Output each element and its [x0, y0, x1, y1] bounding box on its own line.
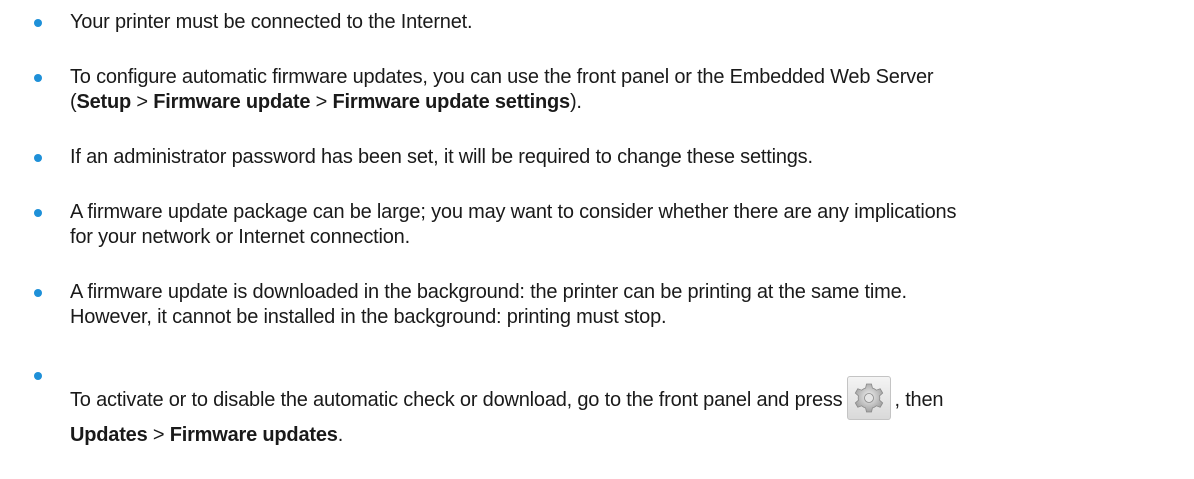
item-text: A firmware update is downloaded in the b…: [70, 280, 1190, 330]
item-text: Your printer must be connected to the In…: [70, 11, 473, 33]
bullet-dot: [34, 209, 42, 217]
menu-path-firmware-update: Firmware update: [153, 91, 311, 113]
menu-path-firmware-update-settings: Firmware update settings: [332, 91, 570, 113]
bullet-dot: [34, 372, 42, 380]
path-separator: >: [310, 91, 333, 113]
item-line: To configure automatic firmware updates,…: [70, 66, 934, 88]
item-line: A firmware update is downloaded in the b…: [70, 281, 907, 303]
menu-path-updates: Updates: [70, 424, 148, 446]
item-text-before-icon: To activate or to disable the automatic …: [70, 389, 843, 411]
item-text-after-icon: , then: [894, 389, 944, 411]
item-line: (Setup > Firmware update > Firmware upda…: [70, 90, 1190, 115]
path-separator: >: [147, 424, 170, 446]
item-text: To configure automatic firmware updates,…: [70, 65, 1190, 115]
settings-gear-icon: [847, 375, 892, 420]
bullet-dot: [34, 154, 42, 162]
period: .: [337, 424, 344, 446]
item-text: To activate or to disable the automatic …: [70, 375, 1190, 423]
item-line: for your network or Internet connection.: [70, 226, 410, 248]
item-line: However, it cannot be installed in the b…: [70, 306, 667, 328]
paren-close: ).: [569, 91, 582, 113]
path-separator: >: [131, 91, 154, 113]
item-line: Updates > Firmware updates.: [70, 423, 1190, 448]
item-text: A firmware update package can be large; …: [70, 200, 1190, 250]
bullet-dot: [34, 19, 42, 27]
item-line: To activate or to disable the automatic …: [70, 375, 1190, 423]
menu-path-firmware-updates: Firmware updates: [169, 424, 338, 446]
item-line: A firmware update package can be large; …: [70, 201, 957, 223]
bullet-dot: [34, 74, 42, 82]
menu-path-setup: Setup: [76, 91, 132, 113]
bullet-dot: [34, 289, 42, 297]
item-text: If an administrator password has been se…: [70, 146, 813, 168]
